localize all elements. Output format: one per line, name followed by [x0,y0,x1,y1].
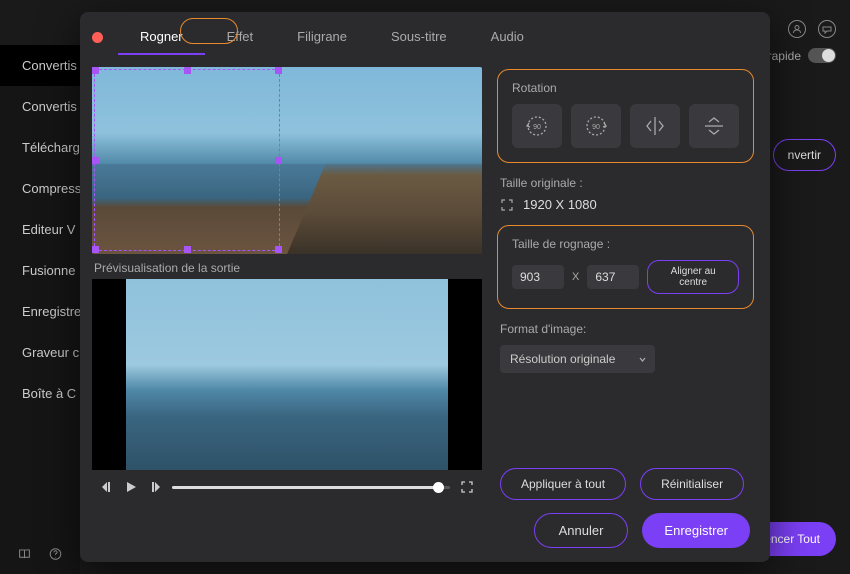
book-icon[interactable] [18,546,31,562]
rotate-cw-icon[interactable]: 90 [571,104,621,148]
sidebar-item-label: Convertis [22,58,77,73]
svg-text:90: 90 [533,124,541,131]
tab-label: Sous-titre [391,29,447,44]
flip-horizontal-icon[interactable] [630,104,680,148]
tab-label: Rogner [140,29,183,44]
crop-selection[interactable] [94,69,280,251]
sidebar-item-3[interactable]: Compress [0,168,80,209]
tab-soustitre[interactable]: Sous-titre [369,20,469,55]
tabs: Rogner Effet Filigrane Sous-titre Audio [118,20,546,55]
apply-all-button[interactable]: Appliquer à tout [500,468,626,500]
format-label: Format d'image: [500,322,754,336]
tab-label: Filigrane [297,29,347,44]
sidebar-item-label: Editeur V [22,222,75,237]
center-button[interactable]: Aligner au centre [647,260,739,294]
sidebar-item-4[interactable]: Editeur V [0,209,80,250]
crop-size-section: Taille de rognage : X Aligner au centre [497,225,754,309]
crop-width-input[interactable] [512,265,564,289]
sidebar-item-0[interactable]: Convertis [0,45,80,86]
play-icon[interactable] [124,480,138,494]
help-icon[interactable] [49,546,62,562]
convert-button[interactable]: nvertir [773,139,836,171]
original-size-value: 1920 X 1080 [523,197,597,212]
svg-text:90: 90 [592,124,600,131]
tab-label: Effet [227,29,254,44]
save-button[interactable]: Enregistrer [642,513,750,548]
sidebar-item-label: Graveur c [22,345,79,360]
sidebar-item-label: Télécharg [22,140,80,155]
format-section: Format d'image: Résolution originale [497,322,754,373]
chat-icon[interactable] [818,20,836,38]
chevron-down-icon [638,355,647,364]
tab-filigrane[interactable]: Filigrane [275,20,369,55]
sidebar-item-7[interactable]: Graveur c [0,332,80,373]
crop-modal: Rogner Effet Filigrane Sous-titre Audio [80,12,770,562]
tab-rogner[interactable]: Rogner [118,20,205,55]
rotation-section: Rotation 90 90 [497,69,754,163]
format-select[interactable]: Résolution originale [500,345,655,373]
sidebar-item-label: Fusionne [22,263,75,278]
sidebar-item-label: Compress [22,181,80,196]
sidebar-item-label: Enregistre [22,304,80,319]
expand-icon [500,198,514,212]
rotation-label: Rotation [512,81,739,95]
close-icon[interactable] [92,32,103,43]
crop-height-input[interactable] [587,265,639,289]
sidebar-item-6[interactable]: Enregistre [0,291,80,332]
sidebar-item-1[interactable]: Convertis [0,86,80,127]
fast-toggle[interactable] [808,48,836,63]
reset-button[interactable]: Réinitialiser [640,468,744,500]
preview-label: Prévisualisation de la sortie [94,261,482,275]
original-size-label: Taille originale : [500,176,754,190]
next-frame-icon[interactable] [148,480,162,494]
sidebar-item-label: Convertis [22,99,77,114]
sidebar-item-2[interactable]: Télécharg [0,127,80,168]
sidebar-item-label: Boîte à C [22,386,76,401]
crop-canvas[interactable] [92,67,482,254]
flip-vertical-icon[interactable] [689,104,739,148]
preview-canvas [92,279,482,470]
prev-frame-icon[interactable] [100,480,114,494]
progress-bar[interactable] [172,486,450,489]
tab-effet[interactable]: Effet [205,20,276,55]
rotate-ccw-icon[interactable]: 90 [512,104,562,148]
sidebar-item-8[interactable]: Boîte à C [0,373,80,414]
user-avatar-icon[interactable] [788,20,806,38]
x-separator: X [572,271,579,283]
fullscreen-icon[interactable] [460,480,474,494]
crop-size-label: Taille de rognage : [512,237,739,251]
sidebar-item-5[interactable]: Fusionne [0,250,80,291]
fast-toggle-label: rapide [768,48,836,63]
sidebar: Convertis Convertis Télécharg Compress E… [0,45,80,574]
tab-label: Audio [491,29,524,44]
original-size-section: Taille originale : 1920 X 1080 [497,176,754,212]
cancel-button[interactable]: Annuler [534,513,629,548]
format-selected: Résolution originale [510,352,615,366]
tab-audio[interactable]: Audio [469,20,546,55]
